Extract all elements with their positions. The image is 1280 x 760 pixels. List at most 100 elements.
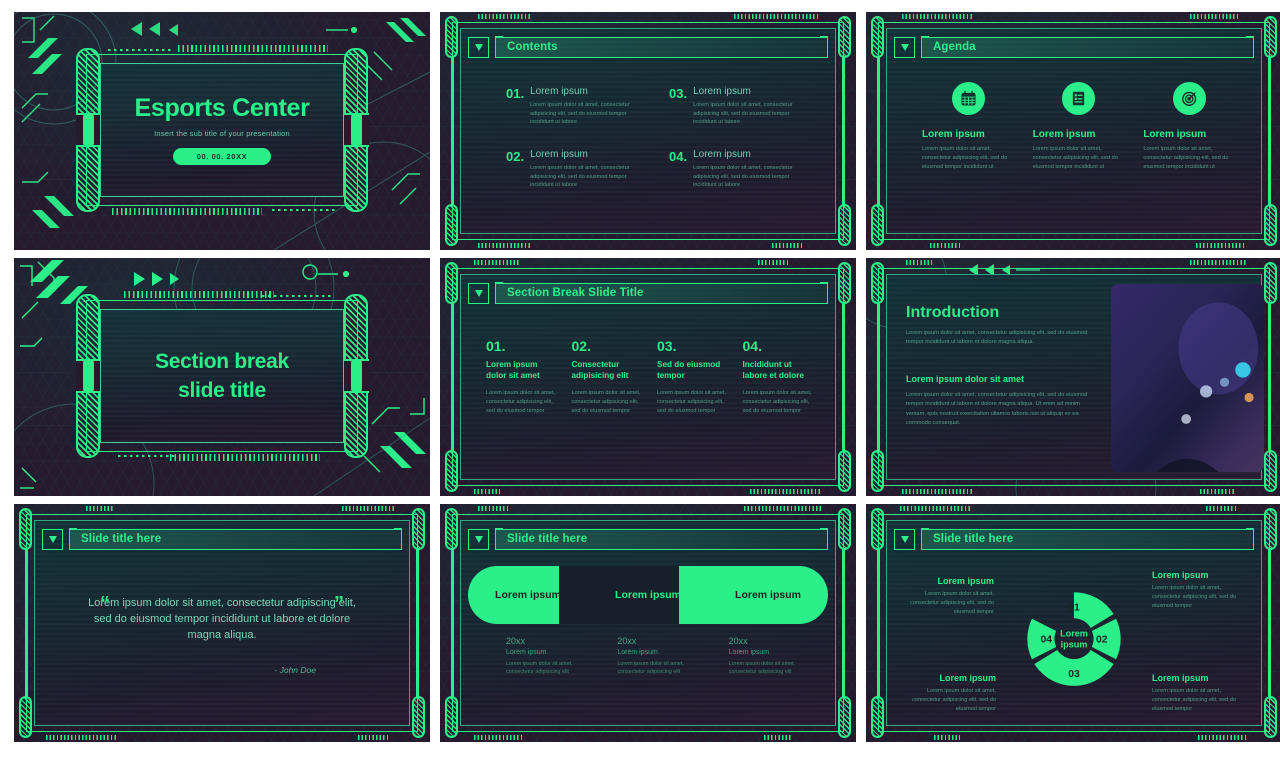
item-description: Lorem ipsum dolor sit amet, consectetur … [910, 591, 994, 615]
item-description: Lorem ipsum dolor sit amet, consectetur … [1143, 146, 1229, 170]
quote-close-icon: ” [334, 593, 344, 615]
slide-introduction-slide[interactable]: Introduction Lorem ipsum dolor sit amet,… [866, 258, 1280, 496]
quote-body: “ ” Lorem ipsum dolor sit amet, consecte… [52, 560, 392, 710]
item-title: Lorem ipsum [617, 649, 658, 656]
contents-body: 01. Lorem ipsum Lorem ipsum dolor sit am… [478, 68, 818, 218]
list-item[interactable]: 03. Lorem ipsum Lorem ipsum dolor sit am… [669, 86, 798, 127]
item-number: 02. [506, 148, 525, 164]
side-bar-right [1268, 548, 1271, 698]
corner-ornament-bottom-right [1264, 450, 1277, 492]
slide-quote-slide[interactable]: Slide title here “ ” Lorem ipsum dolor s… [14, 504, 430, 742]
list-item[interactable]: 01. Lorem ipsum dolor sit amet Lorem ips… [486, 338, 558, 416]
list-item[interactable]: Lorem ipsum Lorem ipsum dolor sit amet, … [922, 82, 1015, 172]
donut-label-bottom-left[interactable]: Lorem ipsum Lorem ipsum dolor sit amet, … [898, 673, 996, 714]
item-number: 01. [486, 338, 506, 354]
tick-marks-top-right [1190, 260, 1246, 265]
page-title: Introduction [906, 304, 1000, 321]
header-bar: Contents [495, 36, 828, 58]
list-item[interactable]: 02. Consectetur adipisicing elit Lorem i… [572, 338, 644, 416]
tick-marks-bottom-left [474, 489, 500, 494]
triangle-down-icon[interactable] [468, 36, 489, 58]
contents-list: 01. Lorem ipsum Lorem ipsum dolor sit am… [478, 68, 818, 190]
title-frame: Section break slide title [75, 291, 369, 461]
timeline-columns: 20xx Lorem ipsum Lorem ipsum dolor sit a… [468, 632, 828, 677]
tick-marks-bottom-right [1200, 489, 1234, 494]
slide-donut-slide[interactable]: Slide title here Lorem ipsum Lorem ipsum… [866, 504, 1280, 742]
item-description: Lorem ipsum dolor sit amet, consectetur … [693, 102, 793, 126]
donut-chart[interactable]: 01 02 03 04 Lorem ipsum [1022, 587, 1126, 691]
corner-ornament-bottom-right [1264, 696, 1277, 738]
tick-marks-top-right [744, 506, 822, 511]
donut-segment-01 [1074, 592, 1114, 628]
slide-timeline-slide[interactable]: Slide title here Lorem ipsum Lorem ipsum… [440, 504, 856, 742]
calendar-icon [951, 82, 985, 115]
introduction-layout: Introduction Lorem ipsum dolor sit amet,… [900, 284, 1264, 472]
corner-ornament-top-left [445, 262, 458, 304]
side-bar-right [842, 302, 845, 452]
tick-marks-top [124, 291, 274, 298]
item-description: Lorem ipsum dolor sit amet, consectetur … [657, 390, 727, 414]
item-description: Lorem ipsum dolor sit amet, consectetur … [922, 146, 1008, 170]
triangle-down-icon[interactable] [468, 528, 489, 550]
timeline-pill-3[interactable]: Lorem ipsum [679, 566, 828, 624]
subtitle: Insert the sub title of your presentatio… [154, 128, 290, 138]
donut-label-top-right[interactable]: Lorem ipsum Lorem ipsum dolor sit amet, … [1152, 570, 1250, 611]
dot-marks-top [262, 295, 332, 297]
list-item[interactable]: 20xx Lorem ipsum Lorem ipsum dolor sit a… [617, 636, 710, 677]
corner-ornament-top-right [1264, 508, 1277, 550]
tick-marks-top-left [900, 506, 970, 511]
slide-header: Contents [468, 36, 828, 58]
triangle-down-icon[interactable] [894, 528, 915, 550]
donut-label-bottom-right[interactable]: Lorem ipsum Lorem ipsum dolor sit amet, … [1152, 673, 1250, 714]
corner-ornament-bottom-left [445, 204, 458, 246]
list-item[interactable]: 02. Lorem ipsum Lorem ipsum dolor sit am… [506, 149, 635, 190]
item-number: 03. [657, 338, 677, 354]
slide-deck-grid: Esports Center Insert the sub title of y… [0, 0, 1280, 760]
title-frame: Esports Center Insert the sub title of y… [75, 45, 369, 215]
list-item[interactable]: 20xx Lorem ipsum Lorem ipsum dolor sit a… [506, 636, 599, 677]
corner-ornament-bottom-right [838, 696, 851, 738]
title-panel: Esports Center Insert the sub title of y… [100, 63, 344, 197]
list-item[interactable]: 04. Incididunt ut labore et dolore Lorem… [743, 338, 815, 416]
pillar-left-ornament [75, 48, 101, 212]
quote-open-icon: “ [100, 593, 110, 615]
timeline-body: Lorem ipsum Lorem ipsum Lorem ipsum 20xx… [466, 560, 830, 710]
tick-marks-bottom [112, 208, 262, 215]
item-title: Lorem ipsum [1152, 570, 1209, 580]
item-title: Lorem ipsum [728, 649, 770, 656]
corner-ornament-bottom-left [871, 450, 884, 492]
corner-ornament-bottom-left [871, 204, 884, 246]
slide-section-break-columns-slide[interactable]: Section Break Slide Title 01. Lorem ipsu… [440, 258, 856, 496]
item-title: Consectetur adipisicing elit [571, 360, 629, 381]
list-item[interactable]: Lorem ipsum Lorem ipsum dolor sit amet, … [1033, 82, 1126, 172]
slide-title-slide[interactable]: Esports Center Insert the sub title of y… [14, 12, 430, 250]
item-description: Lorem ipsum dolor sit amet, consectetur … [506, 661, 573, 676]
item-title: Lorem ipsum dolor sit amet [486, 360, 540, 381]
corner-ornament-bottom-left [445, 450, 458, 492]
list-item[interactable]: 04. Lorem ipsum Lorem ipsum dolor sit am… [669, 149, 798, 190]
content-frame: Slide title here Lorem ipsum Lorem ipsum… [445, 506, 851, 740]
tick-marks-bottom-right [764, 735, 792, 740]
tick-marks-top-left [902, 14, 974, 19]
triangle-down-icon[interactable] [894, 36, 915, 58]
tick-marks-top-right [734, 14, 818, 19]
item-number: 02. [571, 338, 591, 354]
dot-marks-bottom [118, 455, 174, 457]
pillar-right-ornament [343, 294, 369, 458]
list-item[interactable]: 01. Lorem ipsum Lorem ipsum dolor sit am… [506, 86, 635, 127]
slide-contents-slide[interactable]: Contents 01. Lorem ipsum Lorem ipsum dol… [440, 12, 856, 250]
list-item[interactable]: 20xx Lorem ipsum Lorem ipsum dolor sit a… [729, 636, 822, 677]
slide-agenda-slide[interactable]: Agenda Lorem ipsum Lorem ipsum dolor sit… [866, 12, 1280, 250]
tick-marks-bottom-right [772, 243, 804, 248]
item-title: Lorem ipsum [922, 129, 985, 140]
timeline: Lorem ipsum Lorem ipsum Lorem ipsum 20xx… [466, 560, 830, 677]
slide-section-break-slide[interactable]: Section break slide title [14, 258, 430, 496]
list-item[interactable]: 03. Sed do eiusmod tempor Lorem ipsum do… [657, 338, 729, 416]
donut-label-top-left[interactable]: Lorem ipsum Lorem ipsum dolor sit amet, … [898, 570, 996, 617]
tick-marks-bottom-right [358, 735, 388, 740]
tick-marks-bottom-left [474, 735, 524, 740]
page-title: Esports Center [134, 94, 310, 123]
list-item[interactable]: Lorem ipsum Lorem ipsum dolor sit amet, … [1143, 82, 1236, 172]
triangle-down-icon[interactable] [42, 528, 63, 550]
triangle-down-icon[interactable] [468, 282, 489, 304]
